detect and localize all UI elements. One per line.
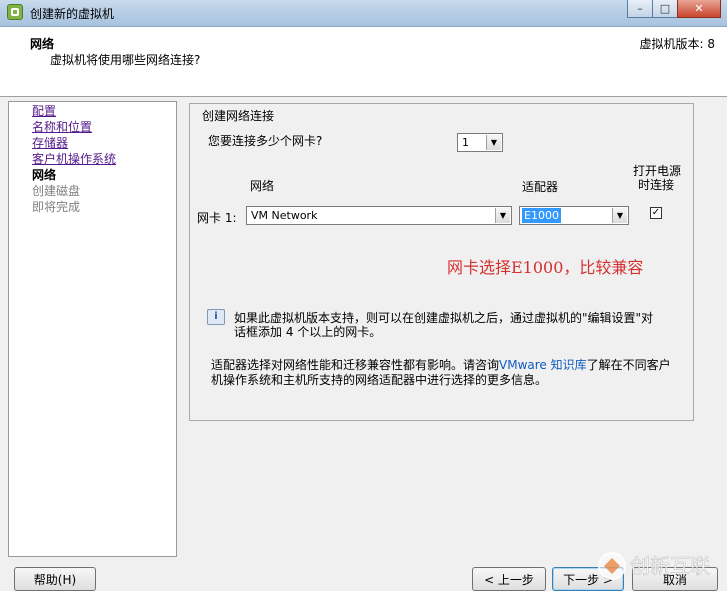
annotation-text: 网卡选择E1000，比较兼容 — [447, 258, 644, 277]
sidebar-item-storage[interactable]: 存储器 — [32, 136, 68, 150]
chevron-down-icon: ▼ — [495, 208, 510, 223]
sidebar-item-network: 网络 — [32, 168, 57, 182]
chevron-down-icon: ▼ — [612, 208, 627, 223]
title-bar: 创建新的虚拟机 – □ ✕ — [0, 0, 727, 27]
nic1-label: 网卡 1: — [197, 211, 237, 225]
sidebar-item-config[interactable]: 配置 — [32, 104, 56, 118]
nic-count-select[interactable]: 1 ▼ — [457, 133, 503, 152]
sidebar-item-guest-os[interactable]: 客户机操作系统 — [32, 152, 116, 166]
adapter-help-paragraph: 适配器选择对网络性能和迁移兼容性都有影响。请咨询VMware 知识库了解在不同客… — [211, 358, 681, 388]
minimize-button[interactable]: – — [627, 0, 653, 18]
network-value: VM Network — [251, 209, 318, 222]
info-text: 如果此虚拟机版本支持，则可以在创建虚拟机之后，通过虚拟机的"编辑设置"对话框添加… — [234, 311, 654, 339]
wizard-header: 网络 虚拟机将使用哪些网络连接? 虚拟机版本: 8 — [0, 27, 727, 97]
watermark-logo: 创新互联 — [596, 546, 726, 586]
svg-text:创新互联: 创新互联 — [630, 554, 710, 578]
sidebar-item-create-disk: 创建磁盘 — [32, 184, 81, 198]
close-button[interactable]: ✕ — [677, 0, 721, 18]
column-adapter-header: 适配器 — [522, 180, 559, 194]
help-button[interactable]: 帮助(H) — [14, 567, 96, 591]
info-icon: i — [207, 309, 225, 325]
vm-version-label: 虚拟机版本: 8 — [639, 37, 716, 51]
adapter-help-text-1: 适配器选择对网络性能和迁移兼容性都有影响。请咨询 — [211, 358, 500, 372]
vmware-kb-link[interactable]: VMware 知识库 — [499, 358, 587, 372]
nic-count-value: 1 — [462, 136, 469, 149]
adapter-select[interactable]: E1000 ▼ — [519, 206, 629, 225]
page-title: 网络 — [30, 37, 55, 51]
back-button[interactable]: < 上一步 — [472, 567, 546, 591]
window-title: 创建新的虚拟机 — [30, 7, 115, 21]
network-select[interactable]: VM Network ▼ — [246, 206, 512, 225]
group-label: 创建网络连接 — [200, 107, 277, 124]
chevron-down-icon: ▼ — [486, 135, 501, 150]
maximize-button[interactable]: □ — [652, 0, 678, 18]
column-network-header: 网络 — [250, 179, 275, 193]
power-on-connect-checkbox[interactable]: ✓ — [650, 207, 662, 219]
sidebar-item-name-location[interactable]: 名称和位置 — [32, 120, 92, 134]
column-power-on-header-line2: 时连接 — [638, 178, 675, 192]
page-subtitle: 虚拟机将使用哪些网络连接? — [50, 53, 201, 67]
wizard-steps-sidebar: 配置 名称和位置 存储器 客户机操作系统 网络 创建磁盘 即将完成 — [8, 101, 177, 557]
sidebar-item-ready-to-complete: 即将完成 — [32, 200, 81, 214]
vsphere-app-icon — [7, 4, 23, 20]
adapter-value: E1000 — [522, 208, 561, 223]
watermark-logo-icon: 创新互联 — [598, 552, 710, 580]
window-controls: – □ ✕ — [627, 0, 721, 19]
nic-count-label: 您要连接多少个网卡? — [208, 134, 323, 148]
